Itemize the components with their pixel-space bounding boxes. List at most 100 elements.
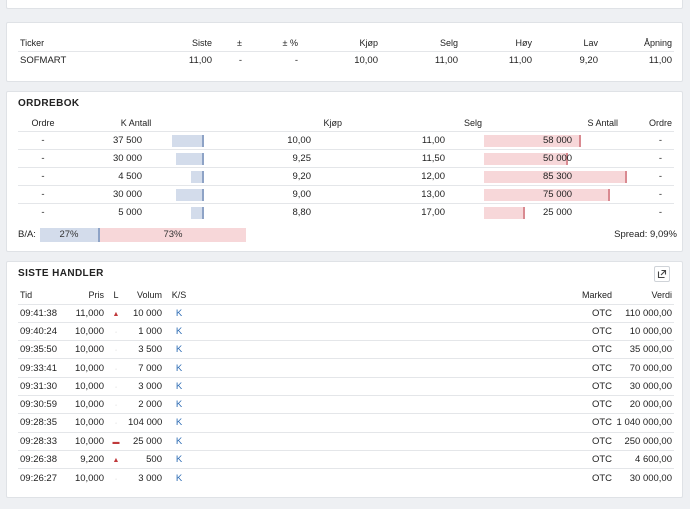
col-change-pct[interactable]: ± %: [244, 35, 300, 51]
col-time[interactable]: Tid: [18, 286, 66, 304]
trade-side[interactable]: K: [164, 468, 194, 487]
col-price[interactable]: Pris: [66, 286, 106, 304]
trade-volume: 3 500: [126, 340, 164, 359]
buy-price: 9,00: [204, 184, 344, 203]
tick-direction-icon: ▲: [112, 457, 120, 465]
trade-value: 110 000,00: [614, 303, 674, 323]
buy-qty: 5 000: [118, 206, 142, 218]
trade-side[interactable]: K: [164, 303, 194, 323]
col-high[interactable]: Høy: [460, 35, 534, 51]
sell-qty: 75 000: [543, 188, 573, 200]
tick-direction-icon: ·: [114, 365, 118, 373]
buy-orders: -: [18, 202, 68, 221]
trade-value: 30 000,00: [614, 376, 674, 396]
trade-row: 09:28:35 10,000 · 104 000 K OTC 1 040 000,00: [18, 413, 674, 433]
buy-price: 9,25: [204, 148, 344, 167]
trade-side[interactable]: K: [164, 321, 194, 341]
sell-qty-cell: 75 000: [484, 184, 620, 203]
trade-side[interactable]: K: [164, 358, 194, 378]
trade-side[interactable]: K: [164, 376, 194, 396]
external-link-button[interactable]: [654, 266, 670, 282]
trade-side[interactable]: K: [164, 394, 194, 414]
tick-direction-icon: ▬: [112, 438, 120, 446]
trade-value: 70 000,00: [614, 358, 674, 378]
bid-share-bar: 27%: [40, 228, 100, 242]
trade-price: 10,000: [66, 321, 106, 341]
external-link-icon: [657, 269, 667, 279]
trade-market: OTC: [194, 376, 614, 396]
trade-volume: 3 000: [126, 376, 164, 396]
sell-orders: -: [620, 202, 674, 221]
trade-price: 10,000: [66, 394, 106, 414]
trade-side[interactable]: K: [164, 340, 194, 359]
trade-volume: 25 000: [126, 431, 164, 451]
top-panel: [6, 0, 683, 9]
trade-value: 10 000,00: [614, 321, 674, 341]
buy-qty-cell: 5 000: [68, 202, 204, 221]
sell-price: 12,00: [344, 166, 484, 185]
col-last[interactable]: Siste: [138, 35, 214, 51]
ticker[interactable]: SOFMART: [18, 50, 138, 70]
trade-value: 250 000,00: [614, 431, 674, 451]
trade-row: 09:41:38 11,000 ▲ 10 000 K OTC 110 000,00: [18, 303, 674, 323]
sell-qty: 50 000: [543, 152, 573, 164]
trade-value: 35 000,00: [614, 340, 674, 359]
orderbook-row: - 30 000 9,00 13,00 75 000 -: [18, 184, 674, 203]
quote-table: Ticker Siste ± ± % Kjøp Selg Høy Lav Åpn…: [18, 35, 674, 70]
buy-depth-bar: [176, 188, 204, 201]
col-low[interactable]: Lav: [534, 35, 600, 51]
low: 9,20: [534, 50, 600, 70]
col-bid[interactable]: Kjøp: [300, 35, 380, 51]
trade-row: 09:35:50 10,000 · 3 500 K OTC 35 000,00: [18, 340, 674, 359]
buy-price: 8,80: [204, 202, 344, 221]
col-volume[interactable]: Volum: [126, 286, 164, 304]
sell-orders: -: [620, 184, 674, 203]
trade-volume: 104 000: [126, 413, 164, 433]
col-market[interactable]: Marked: [194, 286, 614, 304]
trade-time: 09:33:41: [18, 358, 66, 378]
trade-side[interactable]: K: [164, 431, 194, 451]
bid-ask-label: B/A:: [18, 229, 36, 240]
trade-volume: 7 000: [126, 358, 164, 378]
trade-volume: 2 000: [126, 394, 164, 414]
ask: 11,00: [380, 50, 460, 70]
trade-side[interactable]: K: [164, 449, 194, 469]
trade-time: 09:31:30: [18, 376, 66, 396]
sell-qty-cell: 85 300: [484, 166, 627, 185]
trade-time: 09:28:35: [18, 413, 66, 433]
trade-row: 09:26:27 10,000 · 3 000 K OTC 30 000,00: [18, 468, 674, 487]
orderbook-row: - 4 500 9,20 12,00 85 300 -: [18, 166, 674, 185]
orderbook-panel: ORDREBOK Ordre K Antall Kjøp Selg S Anta…: [6, 91, 683, 252]
sell-orders: -: [620, 130, 674, 149]
trade-market: OTC: [194, 394, 614, 414]
open: 11,00: [600, 50, 674, 70]
col-ticker[interactable]: Ticker: [18, 35, 138, 51]
col-open[interactable]: Åpning: [600, 35, 674, 51]
last-price: 11,00: [138, 50, 214, 70]
tick-direction-icon: ·: [114, 420, 118, 428]
trade-side[interactable]: K: [164, 413, 194, 433]
trade-value: 1 040 000,00: [614, 413, 674, 433]
trades-table: Tid Pris L Volum K/S Marked Verdi 09:41:…: [18, 286, 674, 487]
bid-ask-ratio: B/A: 27% 73% Spread: 9,09%: [18, 228, 677, 242]
spread-value: Spread: 9,09%: [614, 229, 677, 240]
col-ks[interactable]: K/S: [164, 286, 194, 304]
trade-time: 09:26:38: [18, 449, 66, 469]
col-ask[interactable]: Selg: [380, 35, 460, 51]
trade-price: 10,000: [66, 358, 106, 378]
col-sell-orders: Ordre: [648, 117, 672, 128]
tick-direction-icon: ·: [114, 475, 118, 483]
buy-orders: -: [18, 130, 68, 149]
trade-volume: 500: [126, 449, 164, 469]
quote-row: SOFMART 11,00 - - 10,00 11,00 11,00 9,20…: [18, 50, 674, 70]
trade-price: 10,000: [66, 376, 106, 396]
col-l[interactable]: L: [106, 286, 126, 304]
col-change[interactable]: ±: [214, 35, 244, 51]
col-value[interactable]: Verdi: [614, 286, 674, 304]
bid: 10,00: [300, 50, 380, 70]
trade-time: 09:30:59: [18, 394, 66, 414]
buy-orders: -: [18, 166, 68, 185]
trades-title: SISTE HANDLER: [18, 268, 104, 279]
buy-depth-bar: [191, 206, 204, 219]
trade-value: 20 000,00: [614, 394, 674, 414]
